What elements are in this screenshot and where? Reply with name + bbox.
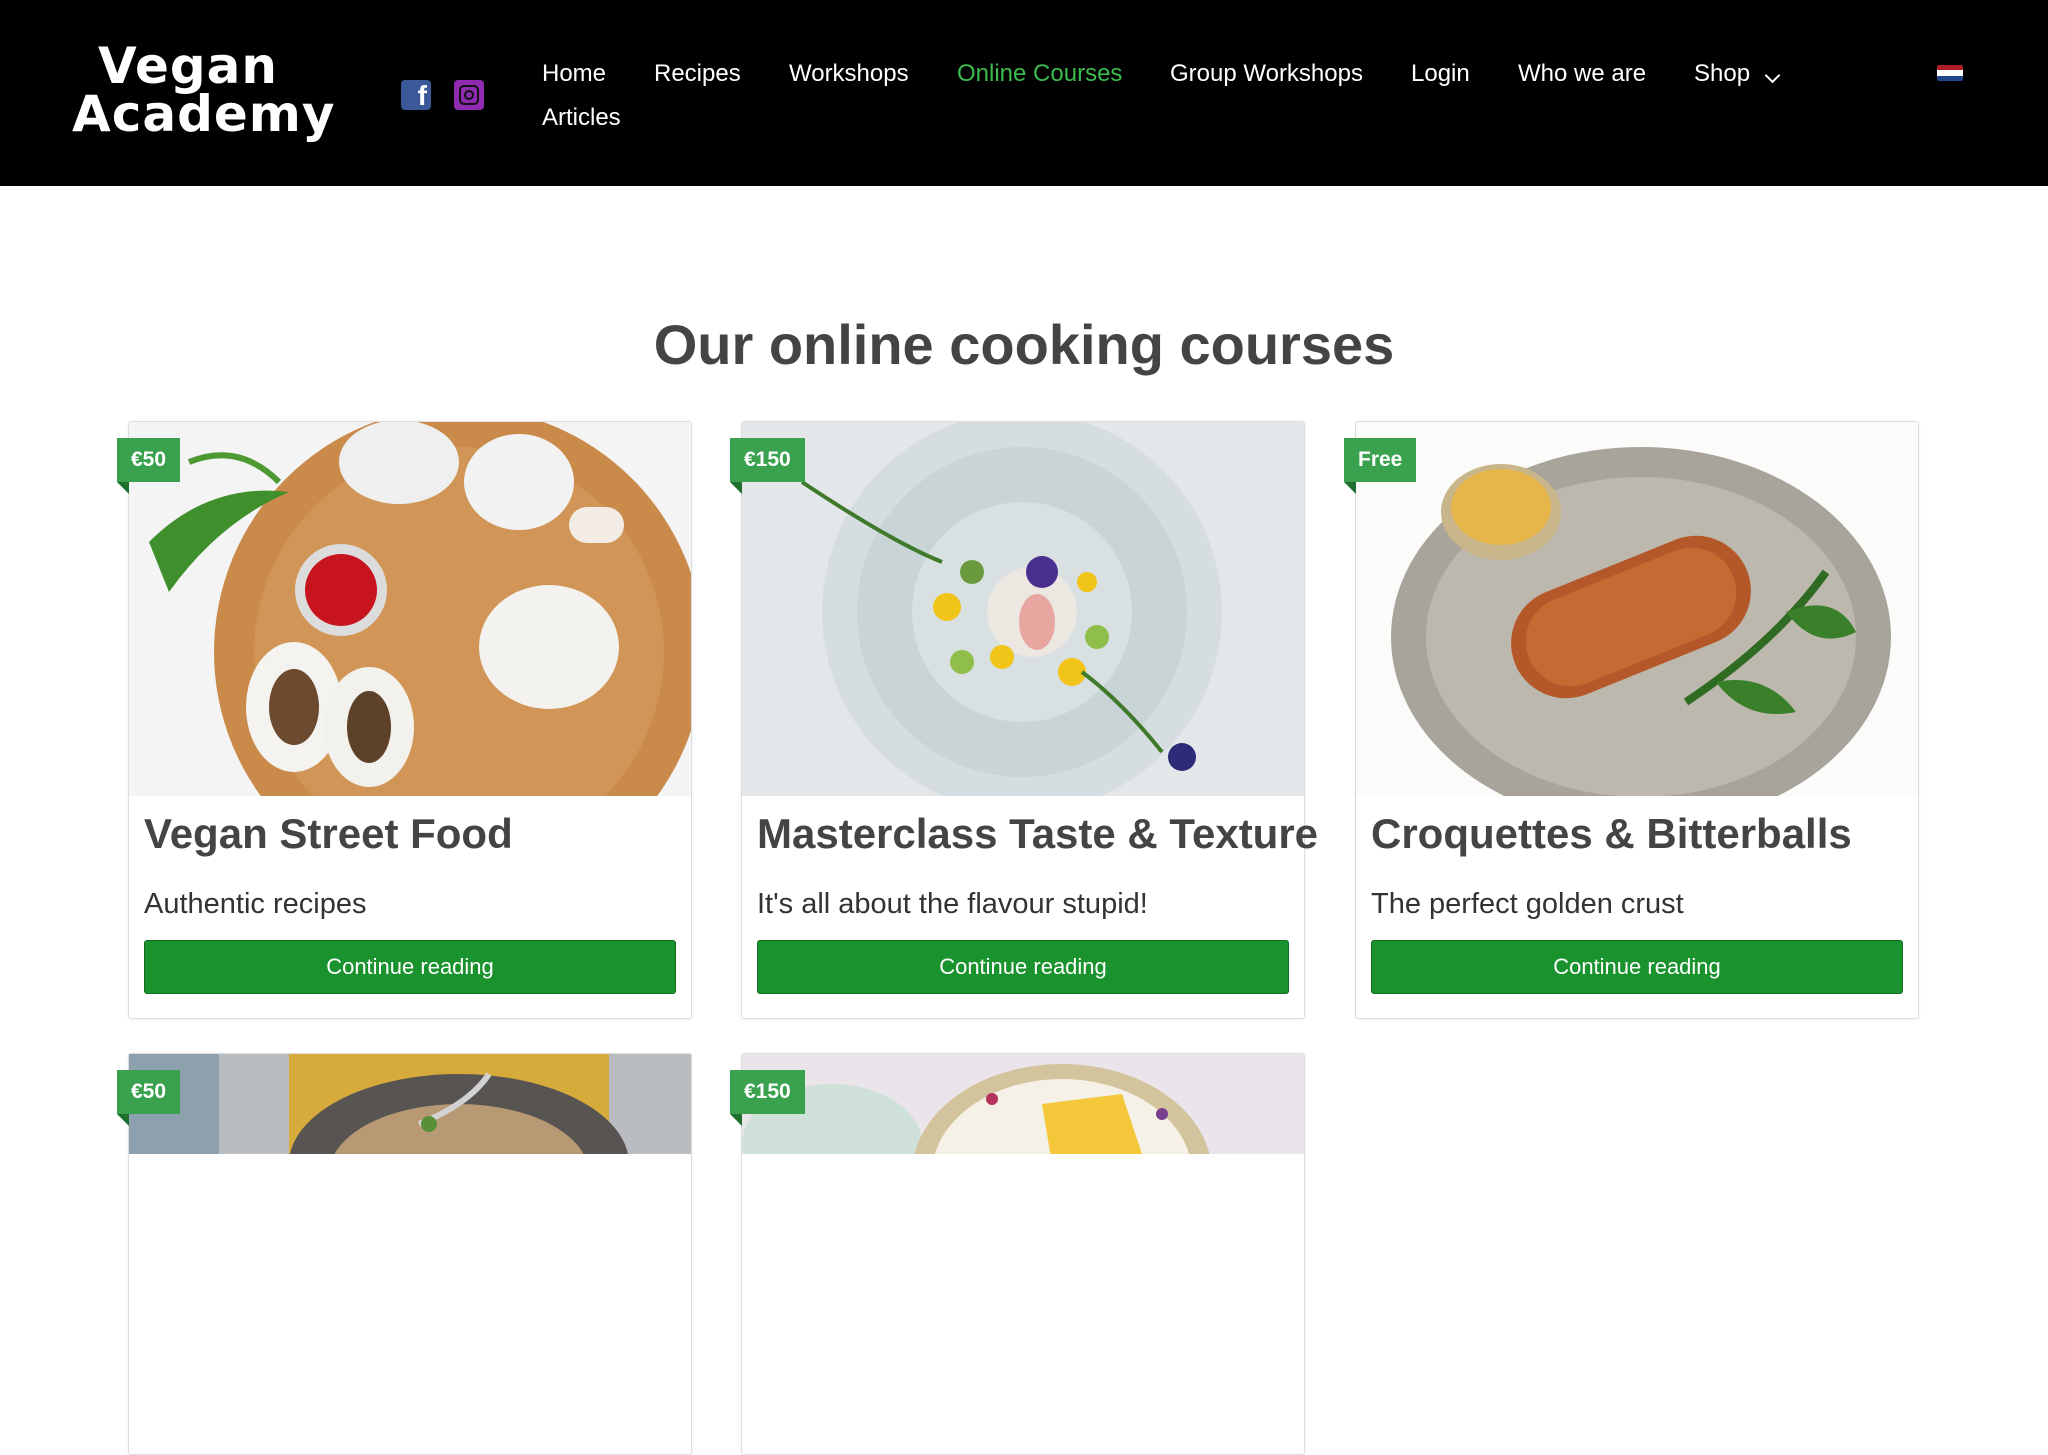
course-image[interactable] — [129, 1054, 691, 1154]
nav-who-we-are[interactable]: Who we are — [1518, 60, 1646, 88]
nav-group-workshops[interactable]: Group Workshops — [1170, 60, 1363, 88]
continue-reading-button[interactable]: Continue reading — [144, 940, 676, 994]
course-image[interactable] — [1356, 422, 1918, 796]
course-card: €50 Vegan Street Food Authentic recipes … — [117, 421, 692, 1019]
nav-workshops[interactable]: Workshops — [789, 60, 909, 88]
continue-reading-button[interactable]: Continue reading — [1371, 940, 1903, 994]
course-card: €150 Masterclass Taste & Texture It's al… — [730, 421, 1318, 1019]
nav-home[interactable]: Home — [542, 60, 606, 88]
facebook-icon[interactable]: f — [401, 80, 431, 111]
course-card: Free Croquettes & Bitterballs The perfec… — [1344, 421, 1919, 1019]
course-image[interactable] — [742, 1054, 1304, 1154]
nav-login[interactable]: Login — [1411, 60, 1470, 88]
price-badge: €50 — [117, 438, 181, 494]
vegan-academy-logo[interactable]: Vegan Academy — [72, 36, 334, 148]
course-subtitle: It's all about the flavour stupid! — [757, 888, 1148, 920]
instagram-icon[interactable] — [454, 80, 484, 110]
price-badge: €150 — [730, 1070, 805, 1126]
continue-reading-button[interactable]: Continue reading — [757, 940, 1289, 994]
nav-shop[interactable]: Shop — [1694, 60, 1750, 88]
course-subtitle: Authentic recipes — [144, 888, 367, 920]
page-title: Our online cooking courses — [653, 313, 1395, 376]
price-badge: Free — [1344, 438, 1417, 494]
nav-online-courses[interactable]: Online Courses — [957, 60, 1122, 88]
course-image[interactable] — [742, 422, 1304, 796]
chevron-down-icon[interactable] — [1764, 67, 1781, 84]
course-title[interactable]: Vegan Street Food — [144, 810, 513, 858]
course-card: €150 — [730, 1053, 1305, 1455]
course-title[interactable]: Croquettes & Bitterballs — [1371, 810, 1852, 858]
price-badge: €150 — [730, 438, 805, 494]
course-image[interactable] — [129, 422, 691, 796]
price-badge: €50 — [117, 1070, 181, 1126]
course-subtitle: The perfect golden crust — [1371, 888, 1684, 920]
logo-line-2: Academy — [72, 85, 336, 143]
nav-articles[interactable]: Articles — [542, 104, 621, 132]
course-title[interactable]: Masterclass Taste & Texture — [757, 810, 1318, 858]
course-card: €50 — [117, 1053, 692, 1455]
site-header: Vegan Academy f Home Recipes Workshops O… — [0, 0, 2048, 186]
nav-recipes[interactable]: Recipes — [654, 60, 741, 88]
netherlands-flag-icon[interactable] — [1937, 65, 1963, 81]
